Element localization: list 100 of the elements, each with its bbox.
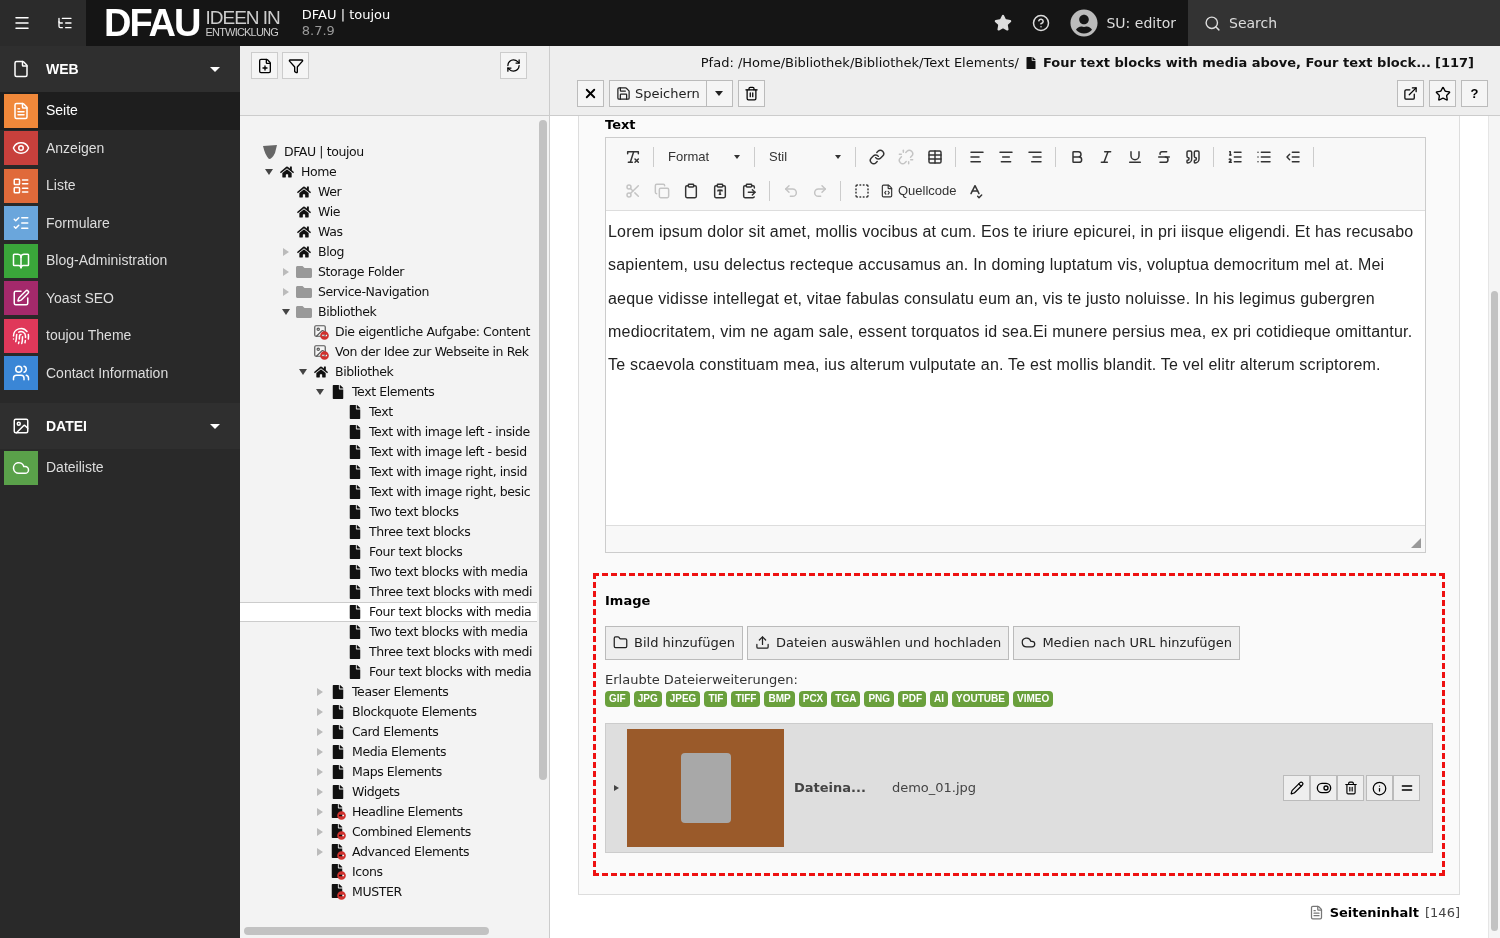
tree-item[interactable]: Text	[240, 402, 537, 422]
external-link-icon	[1403, 86, 1418, 101]
caret-icon[interactable]	[265, 169, 273, 175]
pencil-icon	[1289, 781, 1304, 795]
filter-button[interactable]	[282, 52, 309, 79]
user-menu[interactable]: SU: editor	[1070, 9, 1188, 37]
page-icon	[331, 745, 345, 759]
tree-item[interactable]: MUSTER	[240, 882, 537, 902]
tree-item[interactable]: Combined Elements	[240, 822, 537, 842]
tree-item[interactable]: DFAU | toujou	[240, 142, 537, 162]
tree-item[interactable]: Text with image right, insid	[240, 462, 537, 482]
new-page-button[interactable]	[251, 52, 278, 79]
media-button[interactable]: Dateien auswählen und hochladen	[747, 625, 1010, 660]
tree-item[interactable]: Service-Navigation	[240, 282, 537, 302]
module-item[interactable]: Yoast SEO	[0, 279, 240, 317]
folder-icon	[296, 284, 312, 300]
media-button[interactable]: Bild hinzufügen	[605, 625, 743, 660]
tree-item[interactable]: Advanced Elements	[240, 842, 537, 862]
menu-icon[interactable]	[13, 14, 31, 32]
search-button[interactable]: Search	[1188, 0, 1500, 46]
tree-item[interactable]: Four text blocks	[240, 542, 537, 562]
tree-item[interactable]: Wer	[240, 182, 537, 202]
field-label: Text	[604, 116, 637, 131]
tree-item[interactable]: Widgets	[240, 782, 537, 802]
extension-tag: PCX	[798, 691, 828, 707]
source-button[interactable]: Quellcode	[876, 179, 961, 203]
site-name: DFAU | toujou	[301, 6, 391, 23]
tree-item[interactable]: Text Elements	[240, 382, 537, 402]
restricted-page-icon	[330, 844, 346, 860]
tree-item[interactable]: Maps Elements	[240, 762, 537, 782]
module-item[interactable]: Contact Information	[0, 354, 240, 392]
caret-icon[interactable]	[282, 309, 290, 315]
tree-item[interactable]: Three text blocks with medi	[240, 642, 537, 662]
tree-item[interactable]: Wie	[240, 202, 537, 222]
page-tree-icon[interactable]	[57, 15, 73, 31]
tree-item[interactable]: Home	[240, 162, 537, 182]
page-id: [117]	[1434, 54, 1474, 73]
module-item[interactable]: Dateiliste	[0, 449, 240, 487]
tree-item[interactable]: Was	[240, 222, 537, 242]
format-dropdown[interactable]: Format	[660, 145, 748, 169]
extension-tag: TIFF	[731, 691, 761, 707]
info-button[interactable]	[1366, 775, 1393, 801]
sort-handle-button[interactable]	[1393, 775, 1420, 801]
tree-item-label: Storage Folder	[318, 262, 404, 281]
tree-item[interactable]: Media Elements	[240, 742, 537, 762]
bookmark-button[interactable]	[1429, 80, 1456, 107]
tree-item-label: Maps Elements	[352, 762, 442, 781]
tree-item[interactable]: Text with image right, besic	[240, 482, 537, 502]
module-item[interactable]: Anzeigen	[0, 129, 240, 167]
module-item[interactable]: Liste	[0, 167, 240, 205]
tree-item-label: Text with image right, insid	[369, 462, 528, 481]
module-item[interactable]: Formulare	[0, 204, 240, 242]
tree-item[interactable]: Two text blocks with media	[240, 622, 537, 642]
module-group-header[interactable]: DATEI	[0, 403, 240, 449]
tree-item[interactable]: Text with image left - besid	[240, 442, 537, 462]
tree-item[interactable]: Text with image left - inside	[240, 422, 537, 442]
module-item[interactable]: Blog-Administration	[0, 242, 240, 280]
resize-handle-icon[interactable]	[1411, 538, 1421, 548]
tree-item[interactable]: Two text blocks	[240, 502, 537, 522]
page-icon	[331, 705, 345, 719]
tree-item[interactable]: Blockquote Elements	[240, 702, 537, 722]
page-icon	[331, 765, 345, 779]
tree-item[interactable]: Icons	[240, 862, 537, 882]
media-button[interactable]: Medien nach URL hinzufügen	[1013, 625, 1240, 660]
tree-item[interactable]: Die eigentliche Aufgabe: Content	[240, 322, 537, 342]
module-item[interactable]: Seite	[0, 92, 240, 130]
edit-button[interactable]	[1283, 775, 1310, 801]
extension-tag: TGA	[831, 691, 861, 707]
file-name: demo_01.jpg	[891, 779, 977, 798]
tree-item[interactable]: Storage Folder	[240, 262, 537, 282]
help-icon[interactable]	[1032, 14, 1051, 32]
page-icon	[331, 685, 345, 699]
tree-item[interactable]: Blog	[240, 242, 537, 262]
scrollbar[interactable]	[1488, 116, 1500, 938]
bookmark-star-icon[interactable]	[994, 14, 1013, 32]
module-group-header[interactable]: WEB	[0, 46, 240, 92]
refresh-button[interactable]	[500, 52, 527, 79]
tree-item[interactable]: Two text blocks with media	[240, 562, 537, 582]
help-button[interactable]: ?	[1461, 80, 1488, 107]
open-external-button[interactable]	[1397, 80, 1424, 107]
editor-text[interactable]: Lorem ipsum dolor sit amet, mollis vocibus at cum. Eos te iriure epicurei, in pri iisque eligendi. Et has recusabo sapientem, usu delectus recteque accusamus an. In doming luptatum vis, voluptua democritum mel at. Mei aeque vidisse intellegat et, vitae fabulas consulatu eum an, vis te justo noluisse. In his legimus gubergren mediocritatem, vim ne agam sale, essent torquatos id sea.Ei munere persius mea, ex pri cotidieque omittantur. Te scaevola constituam mea, ius alterum vulputate an. Te est mollis blandit. Te vel elitr alterum scriptorem.	[606, 211, 1425, 525]
toggle-button[interactable]	[1310, 775, 1337, 801]
caret-icon[interactable]	[299, 369, 307, 375]
delete-button[interactable]	[1337, 775, 1364, 801]
format-dropdown[interactable]: Stil	[761, 145, 849, 169]
tree-item[interactable]: Headline Elements	[240, 802, 537, 822]
tree-item[interactable]: Von der Idee zur Webseite in Rek	[240, 342, 537, 362]
caret-icon[interactable]	[316, 389, 324, 395]
tree-item[interactable]: Teaser Elements	[240, 682, 537, 702]
tree-item[interactable]: Four text blocks with media	[240, 602, 537, 622]
tree-item[interactable]: Card Elements	[240, 722, 537, 742]
expand-caret-icon[interactable]	[614, 785, 619, 791]
tree-item[interactable]: Three text blocks	[240, 522, 537, 542]
module-item[interactable]: toujou Theme	[0, 317, 240, 355]
tree-item[interactable]: Bibliothek	[240, 362, 537, 382]
tree-item[interactable]: Bibliothek	[240, 302, 537, 322]
tree-item[interactable]: Three text blocks with medi	[240, 582, 537, 602]
tree-item[interactable]: Four text blocks with media	[240, 662, 537, 682]
delete-button[interactable]	[737, 80, 765, 107]
close-button[interactable]	[577, 80, 604, 107]
